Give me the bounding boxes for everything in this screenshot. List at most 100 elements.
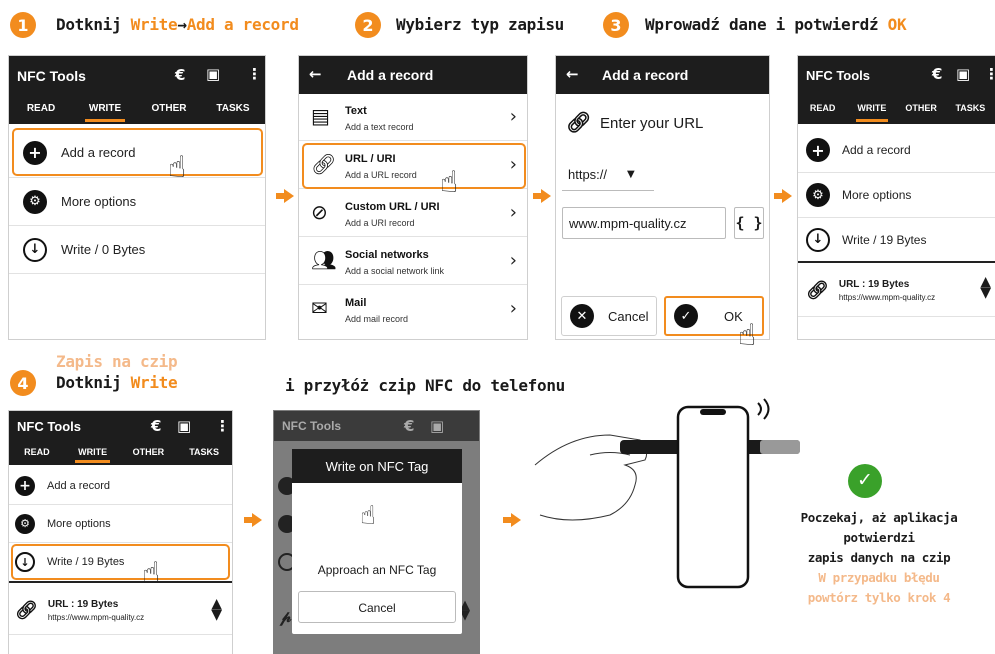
more-vert-icon[interactable]: ⋮: [247, 65, 262, 83]
nfc-icon: €: [404, 417, 415, 435]
final-message: Poczekaj, aż aplikacja potwierdzi zapis …: [768, 508, 990, 608]
back-arrow-icon[interactable]: ←: [309, 65, 322, 83]
tap-hand-icon: ☝: [738, 318, 757, 353]
add-record-title: Add a record: [347, 67, 434, 83]
url-record-item[interactable]: 🔗︎ URL : 19 Bytes https://www.mpm-qualit…: [9, 587, 232, 635]
type-desc: Add a URI record: [345, 218, 415, 228]
tab-read[interactable]: READ: [798, 94, 847, 124]
step-4-highlight-write: Write: [130, 373, 178, 392]
tab-other[interactable]: OTHER: [897, 94, 946, 124]
cancel-button[interactable]: ✕ Cancel: [561, 296, 657, 336]
calendar-icon[interactable]: ▣: [956, 65, 970, 83]
url-record-text: URL : 19 Bytes https://www.mpm-quality.c…: [48, 599, 144, 622]
more-options-item[interactable]: ⚙ More options: [9, 505, 232, 543]
type-social[interactable]: 👥︎ Social networks Add a social network …: [299, 237, 527, 285]
add-record-item[interactable]: + Add a record: [798, 128, 995, 173]
nfc-icon[interactable]: €: [175, 66, 185, 84]
screen-1-main: NFC Tools € ▣ ⋮ READ WRITE OTHER TASKS +…: [8, 55, 266, 340]
tab-write[interactable]: WRITE: [65, 441, 121, 465]
enter-url-prompt: Enter your URL: [600, 115, 704, 132]
link-icon: 🔗︎: [806, 280, 829, 301]
url-record-title: URL : 19 Bytes: [838, 279, 910, 290]
download-icon: ↓: [806, 227, 830, 252]
nfc-tap-icon: ☝: [360, 501, 376, 531]
final-line-3: W przypadku błędu: [818, 570, 940, 585]
url-record-text: URL : 19 Bytes https://www.mpm-quality.c…: [839, 279, 935, 302]
tab-bar: READ WRITE OTHER TASKS: [798, 94, 995, 124]
variables-button[interactable]: { }: [734, 207, 764, 239]
arrow-right-icon: [244, 513, 262, 527]
tab-write[interactable]: WRITE: [73, 94, 137, 124]
chevron-right-icon: ›: [509, 106, 517, 127]
step-3-text: Wprowadź dane i potwierdź OK: [645, 15, 907, 34]
nfc-icon[interactable]: €: [932, 65, 942, 83]
dialog-cancel-button[interactable]: Cancel: [298, 591, 456, 623]
write-item[interactable]: ↓ Write / 0 Bytes: [9, 226, 265, 274]
screen-2-add-record: ← Add a record ▤ Text Add a text record …: [298, 55, 528, 340]
calendar-icon[interactable]: ▣: [206, 65, 220, 83]
custom-link-icon: ⊘: [311, 200, 328, 224]
write-highlight: [11, 544, 230, 580]
step-1-highlight-write: Write: [130, 15, 178, 34]
arrow-right-icon: [276, 189, 294, 203]
step-1-text-a: Dotknij: [56, 15, 131, 34]
tab-read[interactable]: READ: [9, 441, 65, 465]
type-mail[interactable]: ✉ Mail Add mail record ›: [299, 285, 527, 335]
app-bar: ← Add a record: [299, 56, 527, 94]
step-3-highlight-ok: OK: [887, 15, 907, 34]
reorder-icon[interactable]: ▲ ▼: [211, 597, 222, 622]
arrow-right-icon: [533, 189, 551, 203]
more-options-label: More options: [47, 517, 111, 530]
wrench-icon: ⚙: [806, 183, 830, 207]
cancel-label: Cancel: [608, 308, 649, 324]
write-label: Write / 19 Bytes: [842, 232, 927, 247]
back-arrow-icon[interactable]: ←: [566, 65, 579, 83]
more-options-label: More options: [842, 188, 912, 202]
tab-write[interactable]: WRITE: [847, 94, 896, 124]
reorder-icon[interactable]: ▲ ▼: [980, 275, 991, 300]
type-text[interactable]: ▤ Text Add a text record ›: [299, 94, 527, 141]
tab-other[interactable]: OTHER: [137, 94, 201, 124]
tab-read[interactable]: READ: [9, 94, 73, 124]
more-options-label: More options: [61, 194, 137, 209]
final-line-1: Poczekaj, aż aplikacja potwierdzi: [800, 510, 958, 545]
wrench-icon: ⚙: [15, 513, 35, 534]
app-bar-dimmed: NFC Tools € ▣: [274, 411, 479, 441]
success-check-icon: ✓: [848, 464, 882, 498]
type-custom-url[interactable]: ⊘ Custom URL / URI Add a URI record ›: [299, 189, 527, 237]
more-options-item[interactable]: ⚙ More options: [9, 178, 265, 226]
screen-5-step4-main: NFC Tools € ▣ ⋮ READ WRITE OTHER TASKS +…: [8, 410, 233, 654]
more-options-item[interactable]: ⚙ More options: [798, 173, 995, 218]
calendar-icon[interactable]: ▣: [177, 417, 191, 435]
url-record-item[interactable]: 🔗︎ URL : 19 Bytes https://www.mpm-qualit…: [798, 265, 995, 317]
add-record-item[interactable]: + Add a record: [9, 467, 232, 505]
tab-other[interactable]: OTHER: [121, 441, 177, 465]
more-vert-icon[interactable]: ⋮: [984, 65, 995, 83]
tap-hand-icon: ☝: [142, 556, 161, 591]
step-4-text-main: Dotknij: [56, 373, 131, 392]
final-line-4: powtórz tylko krok 4: [807, 590, 951, 605]
tab-tasks[interactable]: TASKS: [201, 94, 265, 124]
step-1-badge: 1: [10, 12, 36, 38]
dropdown-arrow-icon: ▼: [627, 169, 635, 180]
dialog-header: Write on NFC Tag: [292, 449, 462, 483]
app-bar: NFC Tools € ▣ ⋮ READ WRITE OTHER TASKS: [798, 56, 995, 124]
nfc-icon[interactable]: €: [151, 417, 161, 435]
type-desc: Add a social network link: [345, 266, 445, 276]
url-input[interactable]: www.mpm-quality.cz: [562, 207, 726, 239]
type-title: Text: [345, 105, 367, 117]
add-record-highlight: [12, 128, 263, 176]
app-bar: NFC Tools € ▣ ⋮ READ WRITE OTHER TASKS: [9, 56, 265, 124]
plus-icon: +: [15, 475, 35, 496]
app-title: NFC Tools: [806, 68, 871, 83]
document-icon: ▤: [311, 104, 330, 128]
dialog-title: Write on NFC Tag: [325, 459, 429, 474]
scheme-select[interactable]: https:// ▼: [562, 159, 654, 191]
url-record-value: https://www.mpm-quality.cz: [47, 613, 145, 622]
more-vert-icon[interactable]: ⋮: [215, 417, 230, 435]
tab-tasks[interactable]: TASKS: [176, 441, 232, 465]
screen-3-enter-url: ← Add a record 🔗︎ Enter your URL https:/…: [555, 55, 770, 340]
tab-tasks[interactable]: TASKS: [946, 94, 995, 124]
check-icon: ✓: [674, 304, 698, 328]
write-item[interactable]: ↓ Write / 19 Bytes: [798, 218, 995, 263]
